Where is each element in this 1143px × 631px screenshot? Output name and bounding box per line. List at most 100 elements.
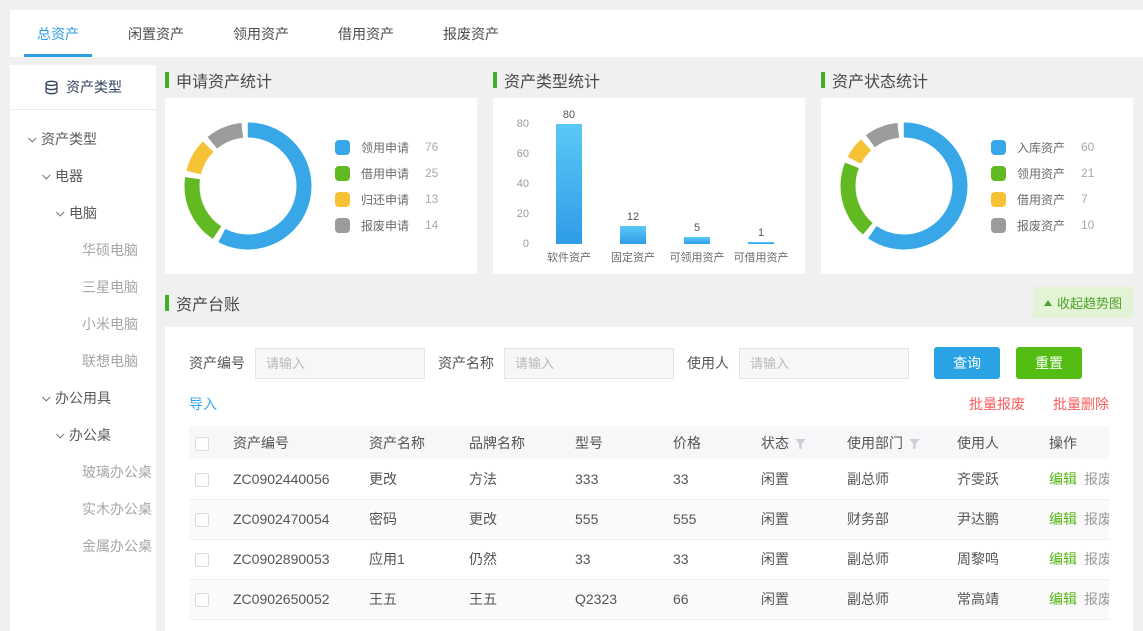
bar-chart-card: 02040608080软件资产12固定资产5可领用资产1可借用资产 bbox=[493, 98, 805, 274]
row-checkbox[interactable] bbox=[195, 473, 209, 487]
query-button[interactable]: 查询 bbox=[934, 347, 1000, 379]
search-input[interactable] bbox=[504, 348, 674, 379]
tree-node[interactable]: 电脑 bbox=[10, 194, 156, 231]
tree-node[interactable]: 电器 bbox=[10, 157, 156, 194]
main-area: 申请资产统计领用申请76借用申请25归还申请13报废申请14资产类型统计0204… bbox=[165, 65, 1143, 631]
legend-value: 25 bbox=[425, 166, 438, 180]
top-tab[interactable]: 领用资产 bbox=[220, 10, 302, 57]
cell-user: 尹达鹏 bbox=[951, 499, 1043, 539]
x-axis-label: 固定资产 bbox=[599, 249, 667, 265]
legend-label: 领用申请 bbox=[361, 139, 425, 156]
column-header: 使用部门 bbox=[841, 426, 951, 459]
filter-icon[interactable] bbox=[795, 439, 806, 449]
cell-price: 66 bbox=[667, 579, 755, 619]
top-tab[interactable]: 借用资产 bbox=[325, 10, 407, 57]
legend-swatch-icon bbox=[335, 140, 350, 155]
row-checkbox-cell bbox=[189, 539, 227, 579]
legend-label: 归还申请 bbox=[361, 191, 425, 208]
tree-leaf[interactable]: 实木办公桌 bbox=[10, 490, 156, 527]
cell-code: ZC0902650052 bbox=[227, 579, 363, 619]
scrap-link[interactable]: 报废 bbox=[1084, 591, 1109, 607]
legend-swatch-icon bbox=[991, 192, 1006, 207]
tree-leaf[interactable]: 三星电脑 bbox=[10, 268, 156, 305]
chevron-down-icon bbox=[56, 430, 64, 438]
batch-delete-link[interactable]: 批量删除 bbox=[1053, 394, 1109, 414]
import-link[interactable]: 导入 bbox=[189, 394, 217, 414]
row-checkbox[interactable] bbox=[195, 553, 209, 567]
row-checkbox[interactable] bbox=[195, 593, 209, 607]
cell-status: 闲置 bbox=[755, 539, 841, 579]
filter-icon[interactable] bbox=[909, 439, 920, 449]
scrap-link[interactable]: 报废 bbox=[1084, 511, 1109, 527]
charts-row: 申请资产统计领用申请76借用申请25归还申请13报废申请14资产类型统计0204… bbox=[165, 65, 1133, 274]
legend-swatch-icon bbox=[335, 166, 350, 181]
legend-item: 报废申请14 bbox=[335, 212, 438, 238]
tree-item-label: 办公用具 bbox=[55, 388, 111, 408]
collapse-trend-button[interactable]: 收起趋势图 bbox=[1033, 287, 1133, 318]
legend-value: 14 bbox=[425, 218, 438, 232]
tree-leaf[interactable]: 玻璃办公桌 bbox=[10, 453, 156, 490]
row-checkbox[interactable] bbox=[195, 513, 209, 527]
asset-type-tree: 资产类型电器电脑华硕电脑三星电脑小米电脑联想电脑办公用具办公桌玻璃办公桌实木办公… bbox=[10, 110, 156, 564]
cell-price: 33 bbox=[667, 539, 755, 579]
edit-link[interactable]: 编辑 bbox=[1049, 471, 1077, 487]
cell-model: Q2323 bbox=[569, 579, 667, 619]
legend-label: 借用资产 bbox=[1017, 191, 1081, 208]
ledger-panel: 资产编号资产名称使用人查询重置 导入 批量报废 批量删除 资产编号资产名称品牌名… bbox=[165, 327, 1133, 631]
top-tab[interactable]: 闲置资产 bbox=[115, 10, 197, 57]
legend-label: 入库资产 bbox=[1017, 139, 1081, 156]
scrap-link[interactable]: 报废 bbox=[1084, 551, 1109, 567]
search-input[interactable] bbox=[255, 348, 425, 379]
links-row: 导入 批量报废 批量删除 bbox=[189, 394, 1109, 414]
batch-scrap-link[interactable]: 批量报废 bbox=[969, 394, 1025, 414]
cell-price: 33 bbox=[667, 459, 755, 499]
tree-item-label: 实木办公桌 bbox=[82, 499, 152, 519]
tree-leaf[interactable]: 华硕电脑 bbox=[10, 231, 156, 268]
tree-node[interactable]: 办公桌 bbox=[10, 416, 156, 453]
ledger-title-text: 资产台账 bbox=[176, 291, 240, 315]
edit-link[interactable]: 编辑 bbox=[1049, 551, 1077, 567]
bar-value-label: 80 bbox=[549, 109, 589, 121]
search-field: 资产名称 bbox=[438, 348, 674, 379]
tree-leaf[interactable]: 联想电脑 bbox=[10, 342, 156, 379]
asset-table-head: 资产编号资产名称品牌名称型号价格状态使用部门使用人操作 bbox=[189, 426, 1109, 459]
table-row: ZC0902890053应用1仍然3333闲置副总师周黎鸣编辑报废删除 bbox=[189, 539, 1109, 579]
column-header: 操作 bbox=[1043, 426, 1109, 459]
search-input[interactable] bbox=[739, 348, 909, 379]
tree-node[interactable]: 办公用具 bbox=[10, 379, 156, 416]
top-tab[interactable]: 报废资产 bbox=[430, 10, 512, 57]
select-all-checkbox[interactable] bbox=[195, 437, 209, 451]
chart-block: 资产类型统计 02040608080软件资产12固定资产5可领用资产1可借用资产 bbox=[493, 65, 805, 274]
sidebar-title: 资产类型 bbox=[66, 77, 122, 97]
tree-leaf[interactable]: 小米电脑 bbox=[10, 305, 156, 342]
cell-actions: 编辑报废删除 bbox=[1043, 499, 1109, 539]
bar-value-label: 1 bbox=[741, 227, 781, 239]
search-field-label: 资产名称 bbox=[438, 353, 494, 373]
donut-chart bbox=[833, 115, 975, 257]
edit-link[interactable]: 编辑 bbox=[1049, 511, 1077, 527]
edit-link[interactable]: 编辑 bbox=[1049, 591, 1077, 607]
table-row: ZC0902380048GG淘淘W43455闲置财务部尹达鹏编辑报废删除 bbox=[189, 619, 1109, 631]
chart-title-text: 资产类型统计 bbox=[504, 68, 600, 92]
tree-item-label: 三星电脑 bbox=[82, 277, 138, 297]
top-tab[interactable]: 总资产 bbox=[24, 10, 92, 57]
cell-code: ZC0902440056 bbox=[227, 459, 363, 499]
chart-title-text: 申请资产统计 bbox=[176, 68, 272, 92]
reset-button[interactable]: 重置 bbox=[1016, 347, 1082, 379]
legend-label: 领用资产 bbox=[1017, 165, 1081, 182]
column-header: 资产编号 bbox=[227, 426, 363, 459]
scrap-link[interactable]: 报废 bbox=[1084, 471, 1109, 487]
donut-chart-card: 入库资产60领用资产21借用资产7报废资产10 bbox=[821, 98, 1133, 274]
asset-table-body: ZC0902440056更改方法33333闲置副总师齐雯跃编辑报废删除ZC090… bbox=[189, 459, 1109, 631]
chart-block: 资产状态统计入库资产60领用资产21借用资产7报废资产10 bbox=[821, 65, 1133, 274]
cell-status: 闲置 bbox=[755, 619, 841, 631]
cell-model: W434 bbox=[569, 619, 667, 631]
tree-node[interactable]: 资产类型 bbox=[10, 120, 156, 157]
table-row: ZC0902470054密码更改555555闲置财务部尹达鹏编辑报废删除 bbox=[189, 499, 1109, 539]
legend-value: 10 bbox=[1081, 218, 1094, 232]
tree-leaf[interactable]: 金属办公桌 bbox=[10, 527, 156, 564]
legend-swatch-icon bbox=[335, 192, 350, 207]
legend-swatch-icon bbox=[991, 140, 1006, 155]
legend-item: 领用资产21 bbox=[991, 160, 1094, 186]
ledger-header: 资产台账 收起趋势图 bbox=[165, 287, 1133, 318]
